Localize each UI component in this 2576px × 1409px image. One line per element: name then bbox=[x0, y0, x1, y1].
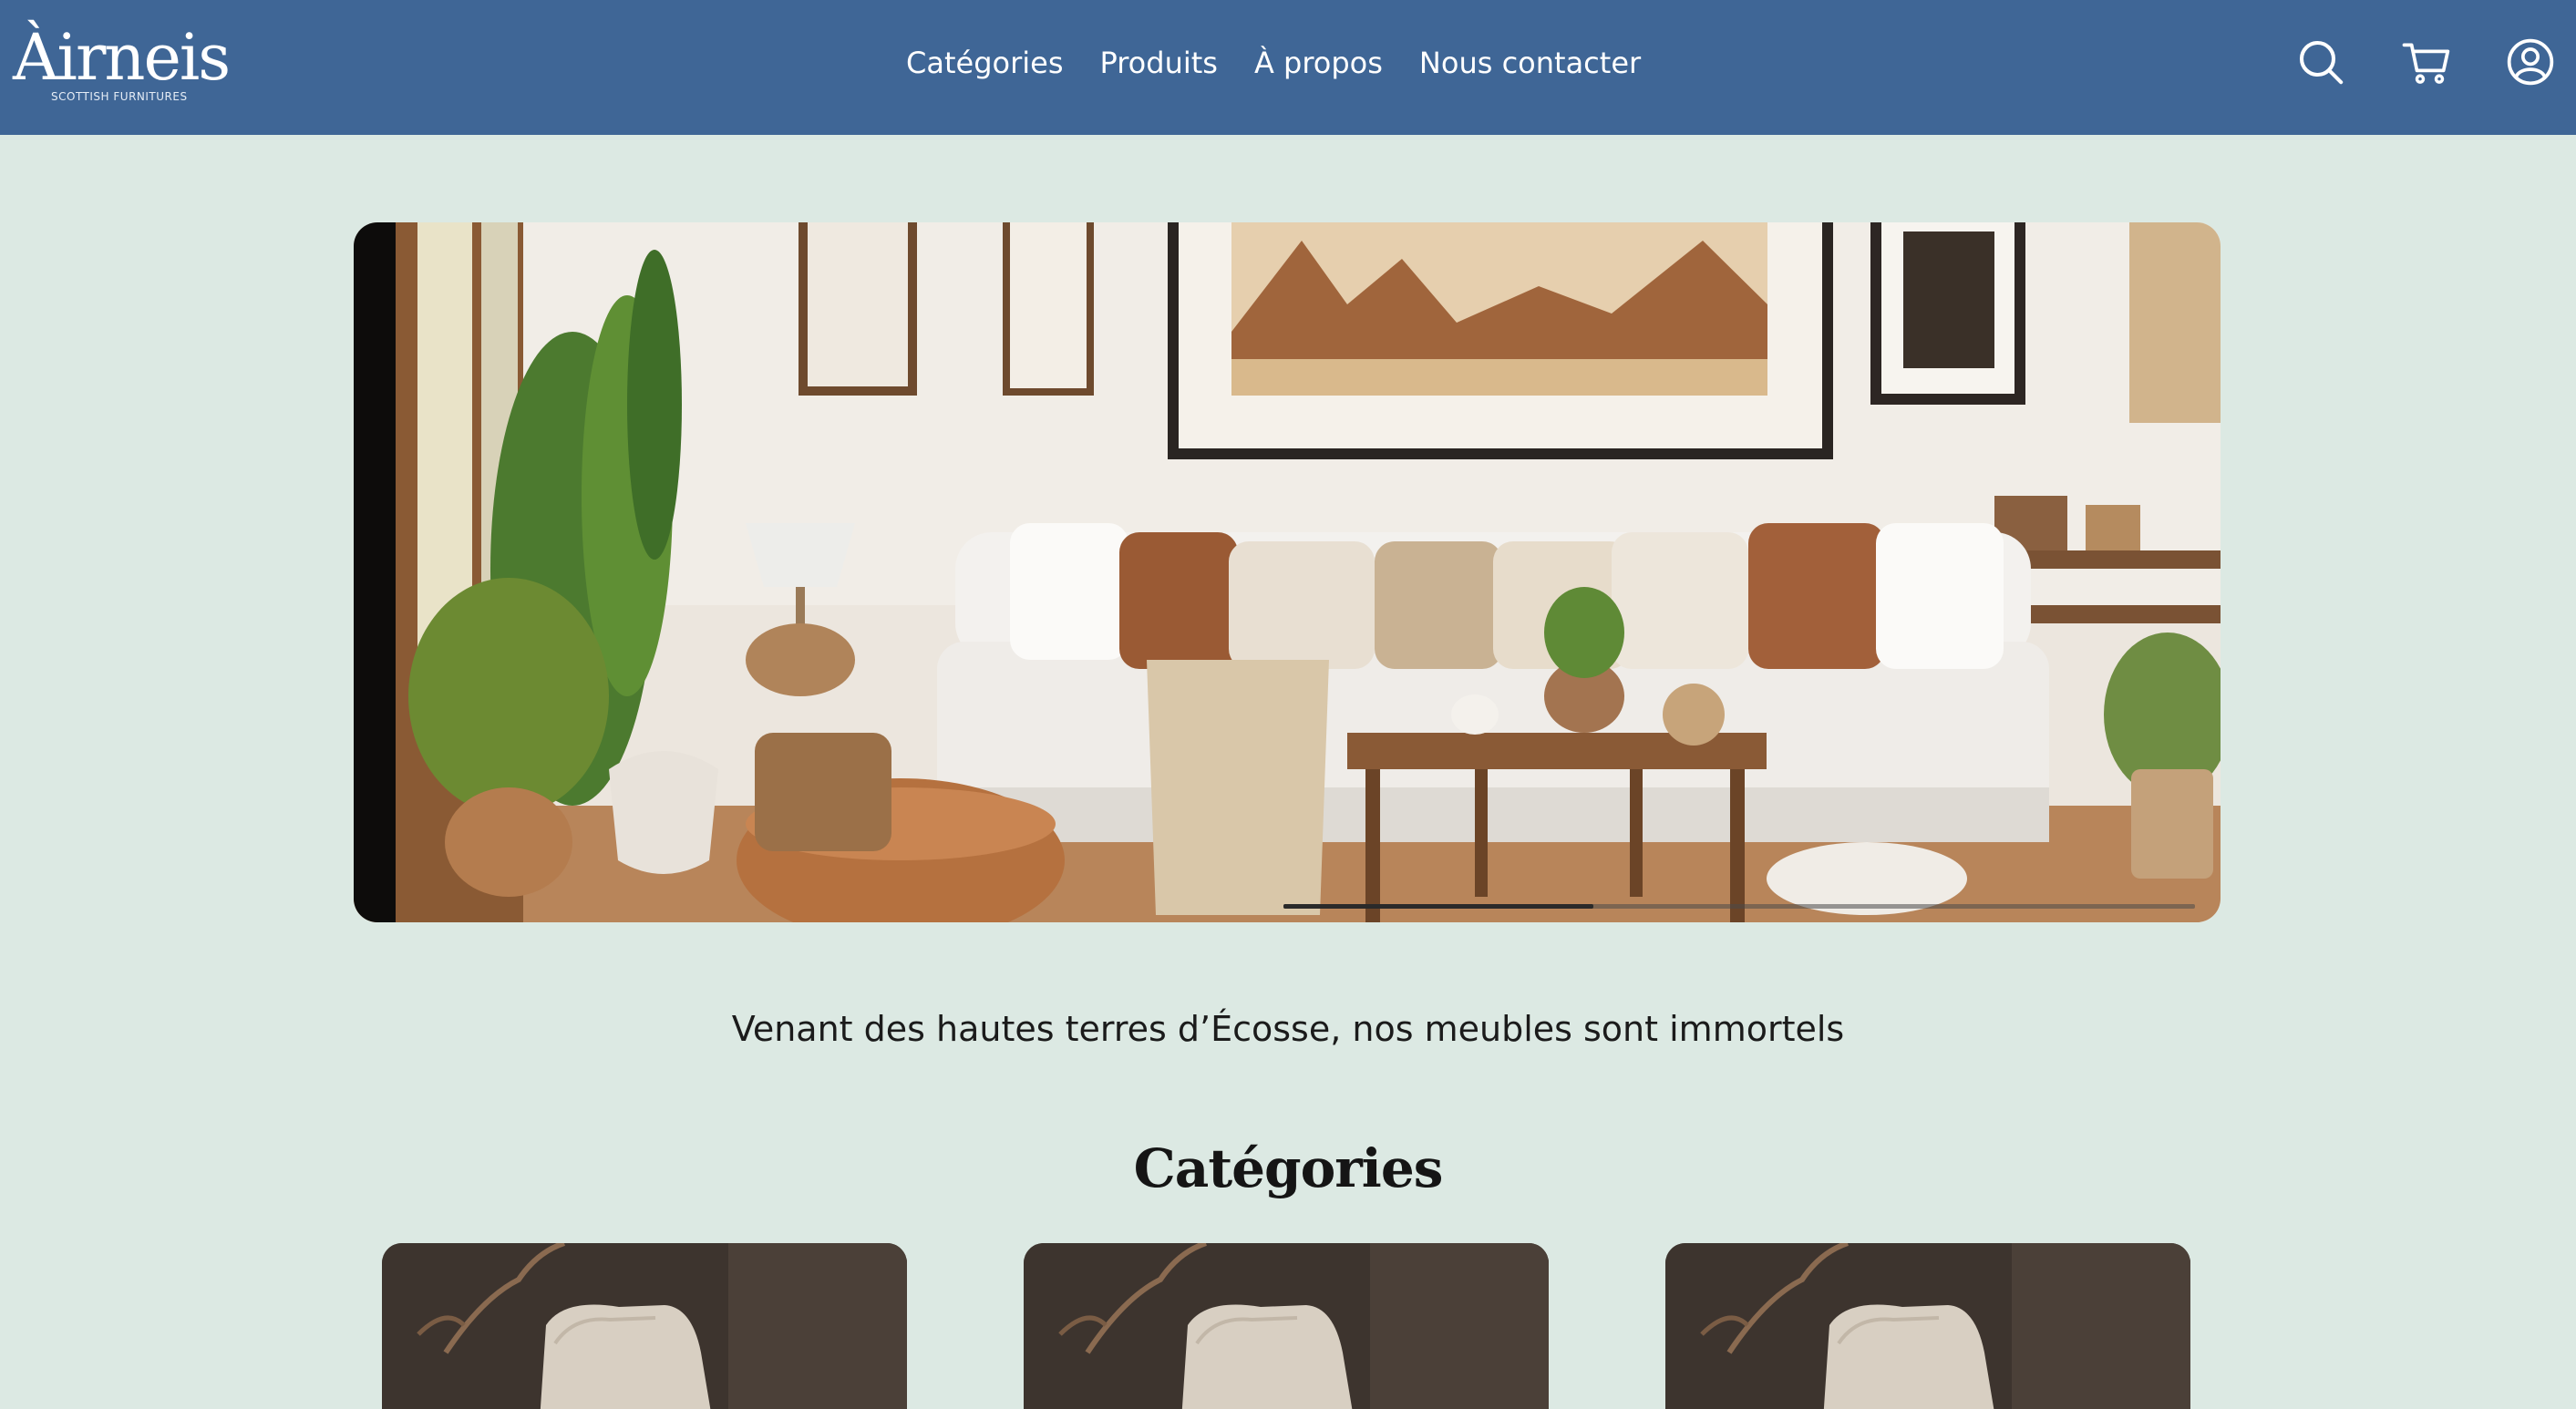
categories-heading: Catégories bbox=[1133, 1137, 1444, 1199]
tagline: Venant des hautes terres d’Écosse, nos m… bbox=[731, 1009, 1845, 1049]
search-button[interactable] bbox=[2292, 33, 2350, 91]
cart-icon bbox=[2402, 43, 2450, 84]
armchair-photo bbox=[1665, 1243, 2190, 1409]
logo-wordmark: Àirneis bbox=[13, 20, 231, 95]
carousel-indicator[interactable] bbox=[1283, 904, 1593, 909]
nav-link-products[interactable]: Produits bbox=[1099, 36, 1217, 89]
armchair-photo bbox=[382, 1243, 907, 1409]
main-navigation: Catégories Produits À propos Nous contac… bbox=[906, 36, 1641, 89]
user-icon bbox=[2507, 38, 2554, 86]
living-room-photo bbox=[354, 222, 2221, 922]
category-card[interactable] bbox=[382, 1243, 907, 1409]
armchair-photo bbox=[1024, 1243, 1549, 1409]
hero-banner bbox=[354, 222, 2221, 922]
category-card[interactable] bbox=[1024, 1243, 1549, 1409]
category-card[interactable] bbox=[1665, 1243, 2190, 1409]
cart-button[interactable] bbox=[2397, 33, 2456, 91]
nav-link-about[interactable]: À propos bbox=[1254, 36, 1383, 89]
logo-tagline: SCOTTISH FURNITURES bbox=[51, 90, 188, 103]
account-button[interactable] bbox=[2501, 33, 2560, 91]
logo[interactable]: Àirneis SCOTTISH FURNITURES bbox=[13, 13, 231, 113]
site-header: Àirneis SCOTTISH FURNITURES Catégories P… bbox=[0, 0, 2576, 135]
nav-link-contact[interactable]: Nous contacter bbox=[1419, 36, 1641, 89]
search-icon bbox=[2299, 40, 2344, 85]
nav-link-categories[interactable]: Catégories bbox=[906, 36, 1063, 89]
